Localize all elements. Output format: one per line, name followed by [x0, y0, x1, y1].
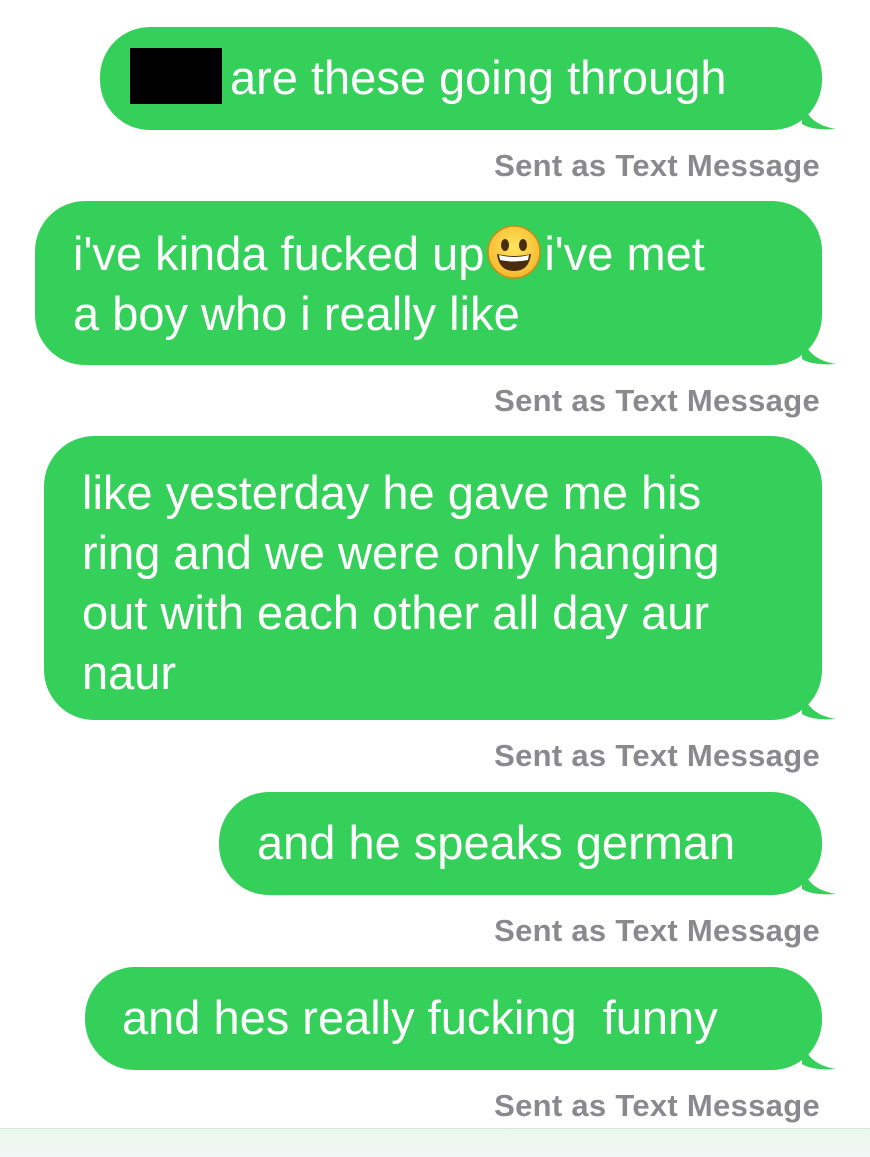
compose-bar-edge	[0, 1128, 870, 1157]
message-bubble[interactable]: and he speaks german	[219, 792, 836, 895]
message-bubble[interactable]: like yesterday he gave me his ring and w…	[44, 436, 836, 720]
redaction-box	[130, 48, 222, 104]
bubble-tail-icon	[802, 1040, 836, 1070]
delivery-status: Sent as Text Message	[494, 1088, 820, 1123]
delivery-status: Sent as Text Message	[494, 383, 820, 418]
message-text: like yesterday he gave me his ring and w…	[82, 466, 720, 699]
message-text: and he speaks german	[257, 816, 736, 869]
message-bubble[interactable]: are these going through	[100, 27, 836, 130]
delivery-status: Sent as Text Message	[494, 148, 820, 183]
delivery-status: Sent as Text Message	[494, 913, 820, 948]
grinning-face-icon	[487, 225, 542, 279]
message-text: i've kinda fucked up	[73, 227, 485, 280]
bubble-tail-icon	[802, 100, 836, 130]
bubble-tail-icon	[802, 690, 836, 720]
bubble-tail-icon	[802, 865, 836, 895]
message-text: and hes really fucking funny	[122, 991, 718, 1044]
message-bubble[interactable]: i've kinda fucked up i've met a boy who …	[35, 201, 836, 365]
message-thread: are these going through Sent as Text Mes…	[0, 0, 870, 1157]
bubble-tail-icon	[802, 335, 836, 365]
message-bubble[interactable]: and hes really fucking funny	[85, 967, 836, 1070]
message-text: are these going through	[230, 51, 727, 104]
delivery-status: Sent as Text Message	[494, 738, 820, 773]
